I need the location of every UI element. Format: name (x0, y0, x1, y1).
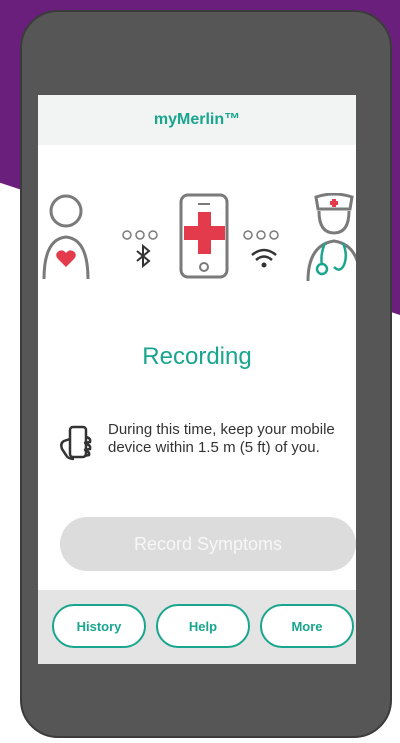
instruction-text: During this time, keep your mobile devic… (108, 421, 335, 456)
status-title: Recording (142, 343, 252, 370)
connection-dots-right (243, 230, 279, 240)
connection-dots-left (122, 230, 158, 240)
app-screen: myMerlin™ Recording During this time, ke… (38, 95, 356, 664)
app-header: myMerlin™ (38, 95, 356, 145)
help-button[interactable]: Help (156, 604, 250, 648)
record-symptoms-button[interactable]: Record Symptoms (60, 517, 356, 571)
bottom-navigation: History Help More (38, 590, 356, 664)
more-button[interactable]: More (260, 604, 354, 648)
connection-illustration (42, 193, 356, 282)
history-button[interactable]: History (52, 604, 146, 648)
phone-in-hand-icon (60, 425, 92, 461)
phone-medical-icon (179, 193, 229, 279)
wifi-icon (251, 248, 277, 268)
app-title: myMerlin™ (153, 111, 241, 128)
patient-heart-icon (42, 194, 90, 280)
bluetooth-icon (136, 243, 151, 269)
instruction-block: During this time, keep your mobile devic… (58, 421, 348, 491)
nurse-icon (306, 193, 356, 282)
